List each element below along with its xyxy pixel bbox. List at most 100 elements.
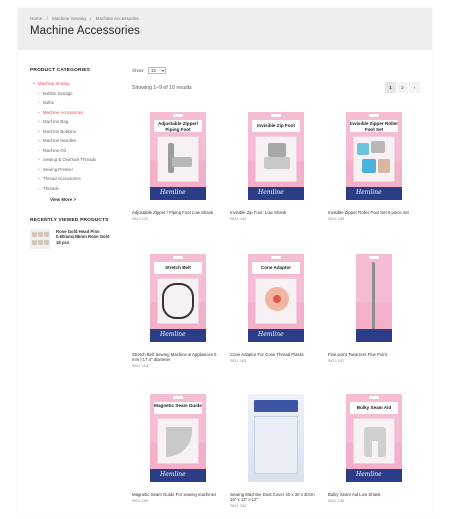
product-sku: SKU: 151 <box>230 504 247 508</box>
product-package: Adjustable Zipper/ Piping Foot Hemline <box>150 112 206 200</box>
per-page-select[interactable]: 12 ▾ <box>148 67 166 74</box>
product-name[interactable]: Magnetic Seam Guide For sewing machines <box>132 492 224 497</box>
seam-guide-item <box>157 418 199 464</box>
stretch-belt-item <box>157 278 199 324</box>
brand-logo: Hemline <box>356 471 382 478</box>
product-card[interactable]: Bulky Seam Aid Hemline Bulky Seam Aid Lo… <box>328 394 420 503</box>
pagination: 1 2 › <box>384 82 420 93</box>
category-list: • Machine Sewing – Bobbin Storage – Bulbs –… <box>30 79 122 193</box>
product-card[interactable]: Adjustable Zipper/ Piping Foot Hemline A… <box>132 112 224 221</box>
category-label: Machine Needles <box>43 138 77 143</box>
product-image[interactable] <box>230 394 322 486</box>
category-label: Bobbin Storage <box>43 90 73 96</box>
category-item-machine-bobbins[interactable]: + Machine Bobbins <box>30 127 122 137</box>
product-card[interactable]: Stretch Belt Hemline Stretch Belt Sewing… <box>132 254 224 368</box>
category-label: Machine Bobbins <box>43 128 76 134</box>
product-card[interactable]: Fine point Tweezers Fine Point SKU: 147 <box>328 254 420 363</box>
product-image[interactable]: Adjustable Zipper/ Piping Foot Hemline <box>132 112 224 204</box>
category-item-machine-accessories[interactable]: – Machine Accessories <box>30 108 122 118</box>
recent-heading: RECENTLY VIEWED PRODUCTS <box>30 218 109 223</box>
package-label: Invisible Zip Foot <box>252 120 300 132</box>
package-label: Stretch Belt <box>154 262 202 274</box>
product-sku: SKU: 183 <box>328 217 345 221</box>
brand-logo: Hemline <box>160 189 186 196</box>
brand-logo: Hemline <box>258 189 284 196</box>
package-label: Invisible Zipper Roller Foot Set <box>350 120 398 132</box>
brand-strip: Hemline <box>150 329 206 342</box>
product-name[interactable]: Invisible Zip Foot: Low Shank <box>230 210 322 215</box>
product-image[interactable]: Bulky Seam Aid Hemline <box>328 394 420 486</box>
page-2-button[interactable]: 2 <box>397 82 408 93</box>
category-item-threads[interactable]: – Threads <box>30 184 122 194</box>
product-name[interactable]: Fine point Tweezers Fine Point <box>328 352 420 357</box>
category-item-bulbs[interactable]: – Bulbs <box>30 98 122 108</box>
breadcrumb-home[interactable]: Home <box>30 16 42 21</box>
product-name[interactable]: Stretch Belt Sewing Machine & Appliances… <box>132 352 224 362</box>
category-item-machine-sewing[interactable]: • Machine Sewing <box>30 79 122 89</box>
dash-icon: – <box>37 109 41 115</box>
category-label: Machine Accessories <box>43 109 84 115</box>
product-card[interactable]: Invisible Zip Foot Hemline Invisible Zip… <box>230 112 322 221</box>
category-item-machine-needles[interactable]: + Machine Needles <box>30 136 122 146</box>
product-name[interactable]: Adjustable Zipper / Piping Foot Low Shan… <box>132 210 224 215</box>
category-label: Threads <box>43 185 59 191</box>
cone-adaptor-item <box>255 278 297 324</box>
product-name[interactable]: Sewing Machine Dust Cover 40 x 30 x 30cm… <box>230 492 322 502</box>
product-image[interactable]: Magnetic Seam Guide Hemline <box>132 394 224 486</box>
product-image[interactable] <box>328 254 420 346</box>
product-sku: SKU: 132 <box>132 217 149 221</box>
category-item-sewing-overlock-threads[interactable]: + Sewing & Overlock Threads <box>30 155 122 165</box>
view-more-link[interactable]: View More > <box>50 197 122 202</box>
page-header: Home / Machine Sewing / Machine Accessor… <box>18 8 432 50</box>
category-item-thread-accessories[interactable]: + Thread Accessories <box>30 174 122 184</box>
tweezers-item <box>372 262 375 332</box>
breadcrumb-machine-sewing[interactable]: Machine Sewing <box>52 16 86 21</box>
product-card[interactable]: Invisible Zipper Roller Foot Set Hemline… <box>328 112 420 221</box>
breadcrumb: Home / Machine Sewing / Machine Accessor… <box>30 16 142 21</box>
category-item-bobbin-storage[interactable]: – Bobbin Storage <box>30 89 122 99</box>
product-image[interactable]: Cone Adaptor Hemline <box>230 254 322 346</box>
category-item-machine-oil[interactable]: – Machine Oil <box>30 146 122 156</box>
product-sku: SKU: 163 <box>132 364 149 368</box>
brand-strip: Hemline <box>346 187 402 200</box>
recent-product[interactable]: Rose Gold Head Pins 0.60mmx38mm Rose Gol… <box>30 229 122 249</box>
brand-strip: Hemline <box>150 187 206 200</box>
product-sku: SKU: 183 <box>230 217 247 221</box>
categories-heading: PRODUCT CATEGORIES <box>30 68 91 73</box>
next-page-button[interactable]: › <box>409 82 420 93</box>
zipper-foot-item <box>157 136 199 182</box>
product-name[interactable]: Cone Adaptor For Cone Thread Plastic <box>230 352 322 357</box>
dash-icon: – <box>37 90 41 96</box>
show-label: Show <box>132 68 144 73</box>
category-item-machine-bag[interactable]: + Machine Bag <box>30 117 122 127</box>
bullet-icon: • <box>33 81 35 86</box>
roller-foot-set-item <box>353 136 395 182</box>
product-image[interactable]: Stretch Belt Hemline <box>132 254 224 346</box>
product-card[interactable]: Cone Adaptor Hemline Cone Adaptor For Co… <box>230 254 322 363</box>
product-name[interactable]: Bulky Seam Aid Low Shank <box>328 492 420 497</box>
product-card[interactable]: Magnetic Seam Guide Hemline Magnetic Sea… <box>132 394 224 503</box>
category-label: Machine Bag <box>43 119 69 124</box>
category-item-sewing-presser[interactable]: + Sewing Presser <box>30 165 122 175</box>
breadcrumb-separator: / <box>46 16 48 21</box>
product-package: Cone Adaptor Hemline <box>248 254 304 342</box>
breadcrumb-current: Machine Accessories <box>95 16 139 21</box>
product-card[interactable]: Sewing Machine Dust Cover 40 x 30 x 30cm… <box>230 394 322 508</box>
catalog-toolbar: Show 12 ▾ Showing 1–9 of 10 results 1 2 … <box>132 67 420 108</box>
product-package: Bulky Seam Aid Hemline <box>346 394 402 482</box>
recent-product-title[interactable]: Rose Gold Head Pins 0.60mmx38mm Rose Gol… <box>56 229 114 249</box>
package-label: Bulky Seam Aid <box>350 402 398 414</box>
product-image[interactable]: Invisible Zip Foot Hemline <box>230 112 322 204</box>
product-image[interactable]: Invisible Zipper Roller Foot Set Hemline <box>328 112 420 204</box>
package-label: Cone Adaptor <box>252 262 300 274</box>
product-name[interactable]: Invisible Zipper Roller Foot Set 6 piece… <box>328 210 420 215</box>
product-sku: SKU: 163 <box>230 359 247 363</box>
brand-logo: Hemline <box>160 331 186 338</box>
page: Home / Machine Sewing / Machine Accessor… <box>18 8 432 514</box>
dash-icon: – <box>37 100 41 105</box>
seam-aid-item <box>353 418 395 464</box>
page-1-button[interactable]: 1 <box>385 82 396 93</box>
package-label: Magnetic Seam Guide <box>154 402 202 414</box>
results-count: Showing 1–9 of 10 results <box>132 85 192 91</box>
product-sku: SKU: 180 <box>132 499 149 503</box>
